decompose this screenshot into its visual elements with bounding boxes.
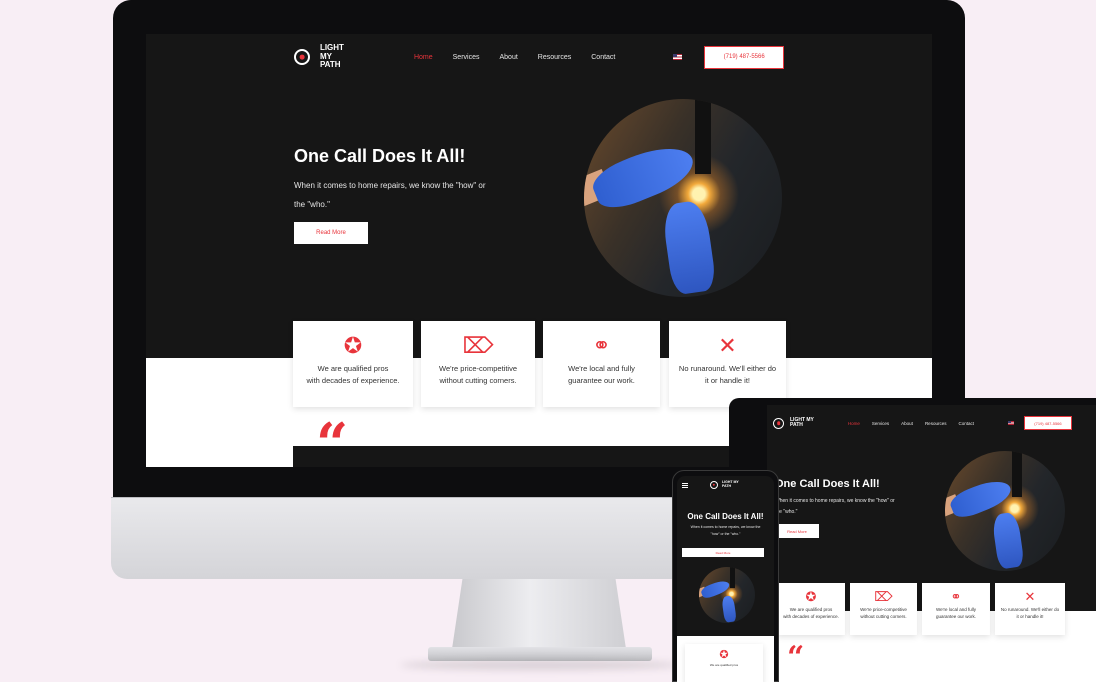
hero-subtitle-line1: When it comes to home repairs, we know t… (294, 181, 486, 190)
tablet-site-logo[interactable]: LIGHT MY PATH (773, 417, 814, 429)
logo-text-line2: PATH (790, 422, 803, 428)
desktop-navbar: LIGHT MY PATH Home Services About Resour… (294, 44, 785, 70)
feature-text-line1: We're local and fully (568, 364, 635, 373)
phone-read-more-button[interactable]: Read More (682, 548, 764, 557)
phone-hero-subtitle: When it comes to home repairs, we know t… (681, 524, 770, 538)
tablet-hero-title: One Call Does It All! (775, 478, 880, 490)
read-more-button[interactable]: Read More (294, 222, 368, 244)
feature-text-line2: it or handle it! (1016, 614, 1044, 619)
hero-subtitle-line1: When it comes to home repairs, we know t… (690, 525, 761, 529)
phone-logo-text: LIGHT MY PATH (722, 480, 739, 488)
feature-text-line2: with decades of experience. (783, 614, 839, 619)
logo-text: LIGHT MY PATH (320, 44, 358, 69)
feature-text-line1: We're price-competitive (439, 364, 517, 373)
phone-feature-card-qualified: ✪ We are qualified pros (685, 644, 763, 682)
tablet-screen: LIGHT MY PATH Home Services About Resour… (767, 405, 1096, 682)
desktop-monitor-stand (452, 579, 626, 649)
site-logo[interactable]: LIGHT MY PATH (294, 44, 358, 69)
tablet-main-menu: Home Services About Resources Contact (848, 421, 974, 426)
tablet-hero-image (945, 451, 1065, 571)
lightbulb-logo-icon (294, 48, 310, 65)
feature-text-line1: We are qualified pros (789, 607, 833, 612)
feature-text-line1: We're local and fully (935, 607, 977, 612)
tablet-feature-card-price: ⌦ We're price-competitive without cuttin… (850, 583, 917, 635)
hero-subtitle-line2: "how" or the "who." (710, 532, 741, 536)
phone-button[interactable]: (719) 487-5566 (704, 45, 785, 69)
phone-navbar: LIGHT MY PATH (677, 479, 774, 493)
feature-text-line1: We are qualified pros (317, 364, 389, 373)
logo-text-line2: PATH (722, 484, 732, 488)
tools-icon: ✕ (1024, 589, 1036, 604)
feature-card-qualified: ✪ We are qualified pros with decades of … (293, 321, 413, 407)
us-flag-icon[interactable] (1007, 421, 1014, 425)
feature-card-runaround: ✕ No runaround. We'll either do it or ha… (669, 321, 786, 407)
lightbulb-logo-icon (710, 481, 718, 489)
hero-image-glove-lower (661, 199, 717, 296)
tablet-read-more-button[interactable]: Read More (775, 524, 819, 538)
feature-card-local: ⚭ We're local and fully guarantee our wo… (543, 321, 660, 407)
hero-subtitle-line2: the "who." (294, 200, 330, 209)
tablet-navbar: LIGHT MY PATH Home Services About Resour… (773, 413, 1073, 433)
feature-text-line2: guarantee our work. (568, 376, 635, 385)
tablet-phone-button[interactable]: (719) 487-5566 (1023, 416, 1072, 430)
testimonial-section (293, 446, 786, 467)
feature-text-line1: We're price-competitive (860, 607, 907, 612)
feature-text-line2: with decades of experience. (306, 376, 400, 385)
nav-resources[interactable]: Resources (538, 54, 571, 61)
phone-hero-title: One Call Does It All! (687, 512, 764, 521)
nav-services[interactable]: Services (453, 54, 480, 61)
tablet-nav-contact[interactable]: Contact (958, 421, 974, 426)
award-ribbon-icon: ✪ (805, 589, 817, 604)
hero-title: One Call Does It All! (294, 146, 466, 166)
phone-site-logo[interactable]: LIGHT MY PATH (710, 480, 739, 489)
hero-subtitle-line1: When it comes to home repairs, we know t… (775, 498, 895, 504)
tablet-nav-home[interactable]: Home (848, 421, 860, 426)
hero-image-glove-lower (991, 511, 1026, 571)
handshake-icon: ⚭ (950, 589, 962, 604)
tablet-nav-services[interactable]: Services (872, 421, 889, 426)
price-tag-icon: ⌦ (874, 589, 893, 604)
desktop-monitor-foot (428, 647, 652, 661)
hamburger-menu-icon[interactable] (682, 483, 688, 488)
handshake-icon: ⚭ (592, 333, 611, 358)
phone-screen: LIGHT MY PATH One Call Does It All! When… (677, 476, 774, 682)
tablet-quote-icon: “ (787, 640, 805, 675)
nav-about[interactable]: About (499, 54, 517, 61)
logo-text-line2: PATH (319, 60, 341, 70)
phone-hero-image (699, 567, 755, 623)
feature-text-line2: it or handle it! (704, 376, 751, 385)
feature-card-price: ⌦ We're price-competitive without cuttin… (421, 321, 535, 407)
tablet-feature-card-local: ⚭ We're local and fully guarantee our wo… (922, 583, 990, 635)
tablet-hero-subtitle: When it comes to home repairs, we know t… (775, 496, 925, 518)
price-tag-icon: ⌦ (462, 333, 494, 358)
hero-subtitle: When it comes to home repairs, we know t… (294, 176, 534, 214)
tablet-nav-resources[interactable]: Resources (925, 421, 947, 426)
feature-text-line1: No runaround. We'll either do (1000, 607, 1060, 612)
tablet-feature-card-qualified: ✪ We are qualified pros with decades of … (777, 583, 845, 635)
hero-image-fixture (730, 567, 735, 589)
tools-icon: ✕ (718, 333, 737, 358)
tablet-logo-text: LIGHT MY PATH (790, 417, 814, 429)
hero-image-fixture (694, 99, 711, 175)
quote-icon: “ (316, 411, 349, 467)
hero-image-lightbulb-hands (584, 99, 782, 297)
logo-text-line1: LIGHT MY (319, 43, 344, 61)
nav-home[interactable]: Home (414, 54, 433, 61)
us-flag-icon[interactable] (673, 54, 683, 60)
tablet-nav-about[interactable]: About (901, 421, 913, 426)
feature-text-line2: without cutting corners. (439, 376, 517, 385)
feature-text-line2: without cutting corners. (860, 614, 907, 619)
tablet-feature-card-runaround: ✕ No runaround. We'll either do it or ha… (995, 583, 1065, 635)
main-menu: Home Services About Resources Contact (414, 54, 615, 61)
feature-text-line2: guarantee our work. (935, 614, 977, 619)
hero-image-fixture (1012, 451, 1022, 497)
feature-text-line1: No runaround. We'll either do (678, 364, 777, 373)
award-ribbon-icon: ✪ (719, 649, 729, 661)
award-ribbon-icon: ✪ (343, 333, 363, 358)
lightbulb-logo-icon (773, 417, 784, 429)
nav-contact[interactable]: Contact (591, 54, 615, 61)
feature-text-line1: We are qualified pros (709, 663, 739, 667)
desktop-monitor-shadow (400, 660, 680, 670)
hero-image-glove-lower (720, 595, 737, 623)
